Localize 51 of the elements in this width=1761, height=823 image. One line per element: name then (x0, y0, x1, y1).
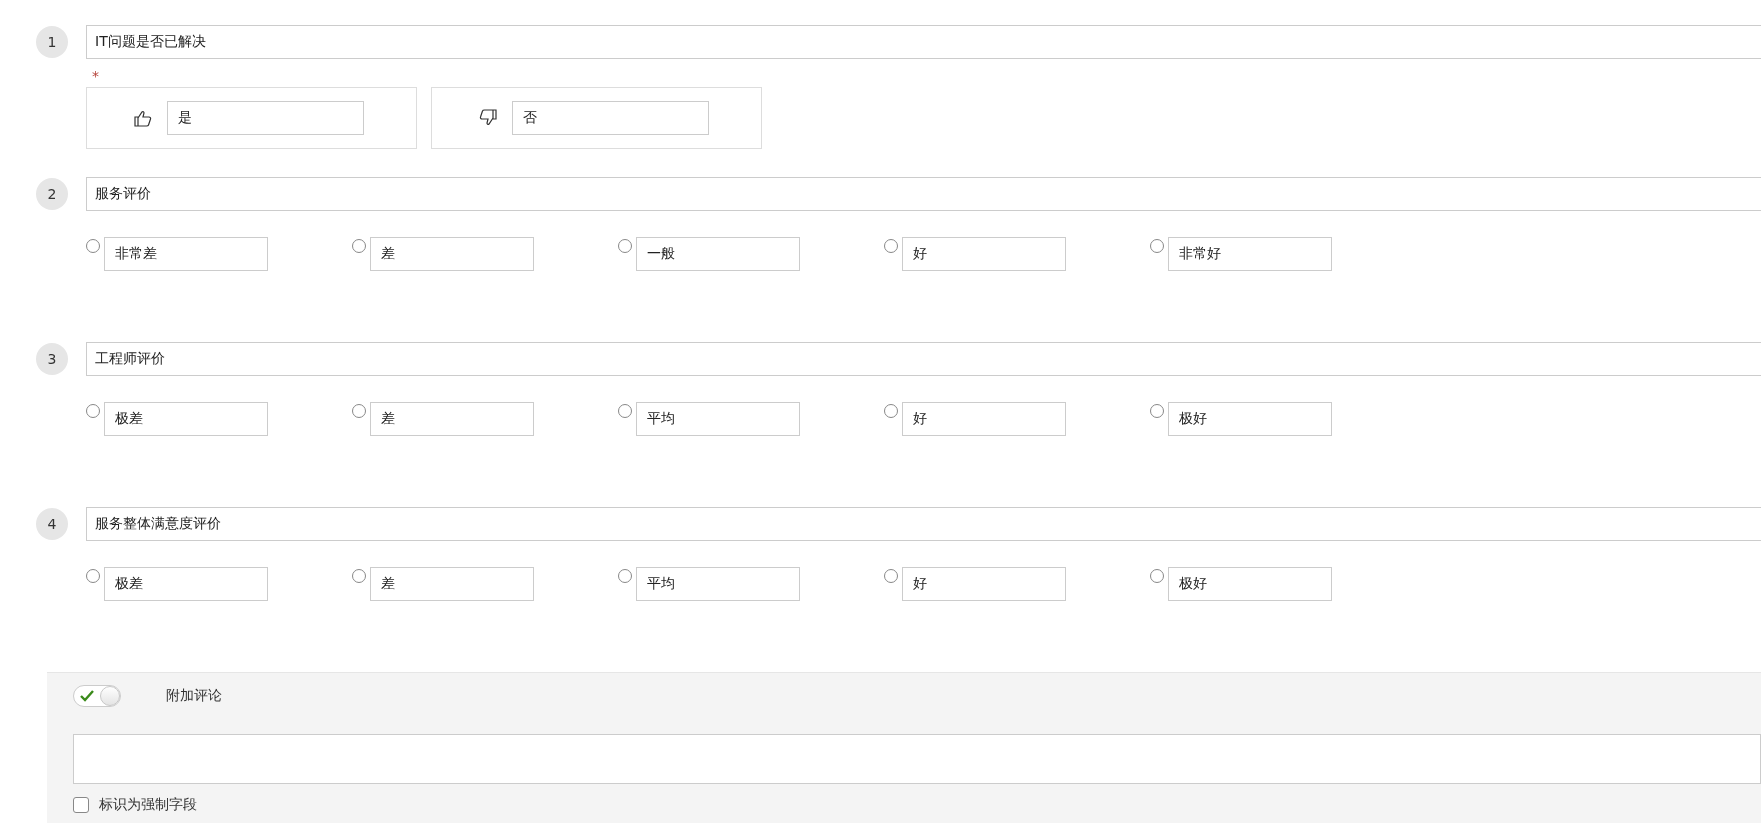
radio-button[interactable] (1150, 569, 1164, 583)
question-title-field[interactable]: 服务整体满意度评价 (86, 507, 1761, 541)
radio-button[interactable] (1150, 239, 1164, 253)
answer-field[interactable]: 好 (902, 567, 1066, 601)
toggle-switch[interactable] (73, 685, 121, 707)
answer-field[interactable]: 非常好 (1168, 237, 1332, 271)
question-title-field[interactable]: 工程师评价 (86, 342, 1761, 376)
answer-field[interactable]: 好 (902, 402, 1066, 436)
check-icon (80, 690, 94, 702)
answer-field[interactable]: 好 (902, 237, 1066, 271)
radio-button[interactable] (352, 569, 366, 583)
answer-field[interactable]: 一般 (636, 237, 800, 271)
required-mark: * (92, 69, 100, 83)
answer-field[interactable]: 否 (512, 101, 709, 135)
radio-button[interactable] (352, 404, 366, 418)
radio-button[interactable] (86, 404, 100, 418)
answer-field[interactable]: 平均 (636, 567, 800, 601)
radio-button[interactable] (884, 569, 898, 583)
question-title-field[interactable]: IT问题是否已解决 (86, 25, 1761, 59)
answer-field[interactable]: 极好 (1168, 567, 1332, 601)
question-number: 4 (36, 508, 68, 540)
thumbs-up-icon (133, 108, 153, 128)
answer-card[interactable]: 否 (431, 87, 762, 149)
answer-field[interactable]: 差 (370, 237, 534, 271)
answer-card[interactable]: 是 (86, 87, 417, 149)
radio-button[interactable] (352, 239, 366, 253)
mandatory-label: 标识为强制字段 (99, 796, 197, 814)
checkbox[interactable] (73, 797, 89, 813)
question-number: 3 (36, 343, 68, 375)
radio-button[interactable] (86, 239, 100, 253)
radio-button[interactable] (618, 239, 632, 253)
radio-button[interactable] (618, 404, 632, 418)
answer-field[interactable]: 非常差 (104, 237, 268, 271)
comments-label: 附加评论 (166, 687, 222, 705)
radio-button[interactable] (1150, 404, 1164, 418)
answer-field[interactable]: 极差 (104, 567, 268, 601)
comment-field[interactable] (73, 734, 1761, 784)
thumbs-down-icon (478, 108, 498, 128)
answer-field[interactable]: 差 (370, 402, 534, 436)
question-number: 1 (36, 26, 68, 58)
answer-field[interactable]: 差 (370, 567, 534, 601)
answer-field[interactable]: 平均 (636, 402, 800, 436)
radio-button[interactable] (618, 569, 632, 583)
radio-button[interactable] (884, 404, 898, 418)
radio-button[interactable] (884, 239, 898, 253)
question-number: 2 (36, 178, 68, 210)
answer-field[interactable]: 是 (167, 101, 364, 135)
question-title-field[interactable]: 服务评价 (86, 177, 1761, 211)
radio-button[interactable] (86, 569, 100, 583)
answer-field[interactable]: 极差 (104, 402, 268, 436)
answer-field[interactable]: 极好 (1168, 402, 1332, 436)
